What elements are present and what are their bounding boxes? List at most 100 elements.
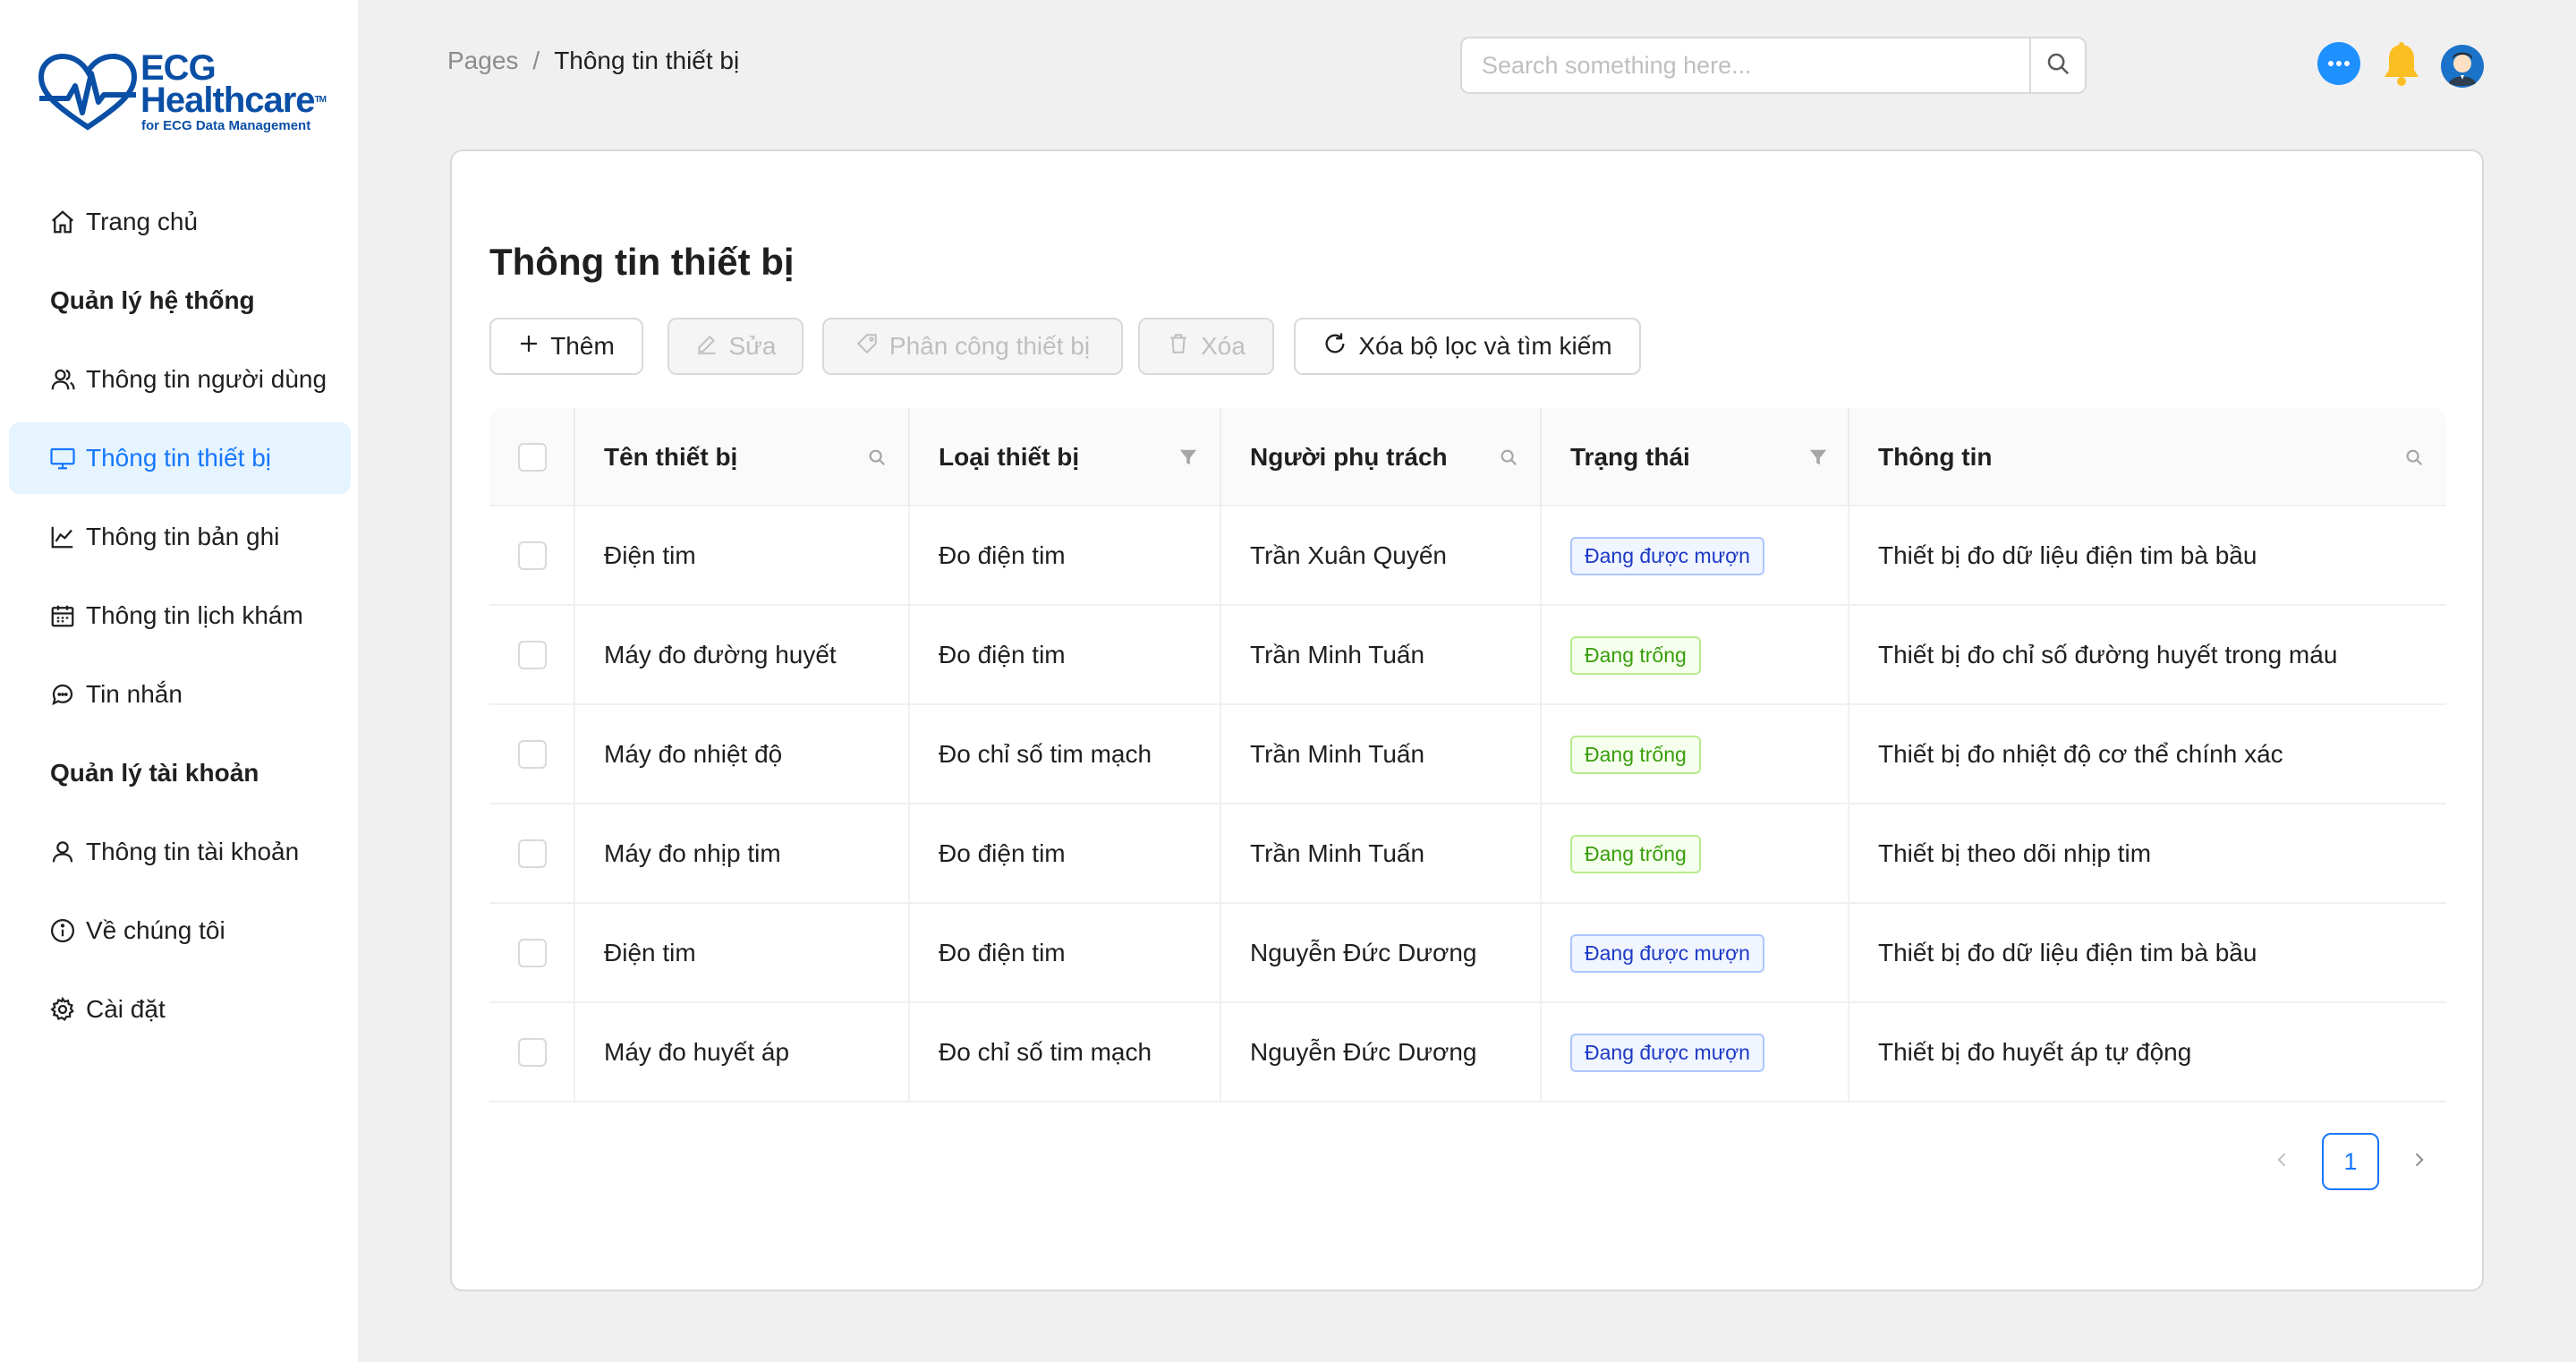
cell-status: Đang được mượn (1540, 904, 1764, 1002)
chevron-left-icon (2274, 1151, 2291, 1173)
cell-name: Máy đo huyết áp (604, 1038, 790, 1066)
cell-status: Đang được mượn (1540, 1003, 1764, 1102)
home-icon (48, 208, 77, 236)
search-icon[interactable] (863, 444, 890, 471)
cell-name: Máy đo đường huyết (604, 641, 837, 668)
search-button[interactable] (2029, 37, 2087, 94)
monitor-icon (48, 444, 77, 472)
avatar[interactable] (2439, 43, 2486, 89)
cell-type: Đo điện tim (939, 839, 1066, 867)
table-row[interactable]: Điện tim Đo điện tim Trần Xuân Quyến Đan… (489, 506, 2446, 606)
prev-page-button[interactable] (2265, 1133, 2300, 1190)
status-badge: Đang được mượn (1570, 1033, 1764, 1072)
breadcrumb: Pages / Thông tin thiết bị (447, 47, 739, 75)
sidebar-item-messages[interactable]: Tin nhắn (9, 659, 351, 730)
table-row[interactable]: Máy đo nhịp tim Đo điện tim Trần Minh Tu… (489, 804, 2446, 904)
reset-filters-button[interactable]: Xóa bộ lọc và tìm kiếm (1294, 318, 1641, 375)
chat-button[interactable] (2316, 41, 2362, 89)
col-header-owner[interactable]: Người phụ trách (1220, 408, 1540, 506)
sidebar-item-records[interactable]: Thông tin bản ghi (9, 501, 351, 573)
table-row[interactable]: Máy đo huyết áp Đo chỉ số tim mạch Nguyễ… (489, 1003, 2446, 1102)
row-checkbox[interactable] (518, 541, 547, 570)
table-row[interactable]: Điện tim Đo điện tim Nguyễn Đức Dương Đa… (489, 904, 2446, 1003)
user-icon (48, 838, 77, 866)
message-icon (48, 680, 77, 709)
status-badge: Đang được mượn (1570, 536, 1764, 575)
sidebar-item-about[interactable]: Về chúng tôi (9, 895, 351, 966)
cell-type: Đo điện tim (939, 939, 1066, 966)
breadcrumb-current: Thông tin thiết bị (554, 47, 740, 74)
sidebar-item-home[interactable]: Trang chủ (9, 186, 351, 258)
cell-info: Thiết bị đo huyết áp tự động (1878, 1038, 2192, 1066)
avatar-image (2441, 45, 2484, 88)
cell-info: Thiết bị đo chỉ số đường huyết trong máu (1878, 641, 2338, 668)
cell-type: Đo chỉ số tim mạch (939, 740, 1152, 768)
assign-device-button-label: Phân công thiết bị (888, 332, 1091, 360)
delete-button[interactable]: Xóa (1138, 318, 1274, 375)
assign-device-button[interactable]: Phân công thiết bị (822, 318, 1123, 375)
cell-info: Thiết bị đo dữ liệu điện tim bà bầu (1878, 939, 2257, 966)
sidebar-item-account[interactable]: Thông tin tài khoản (9, 816, 351, 888)
add-button[interactable]: Thêm (489, 318, 643, 375)
sidebar-item-label: Thông tin lịch khám (86, 601, 303, 629)
cell-type: Đo điện tim (939, 541, 1066, 569)
add-button-label: Thêm (550, 332, 615, 360)
cell-type: Đo điện tim (939, 641, 1066, 668)
sidebar-group-account: Quản lý tài khoản (50, 759, 259, 787)
cell-owner: Nguyễn Đức Dương (1250, 1038, 1477, 1066)
search-icon (2045, 50, 2071, 81)
breadcrumb-root[interactable]: Pages (447, 47, 518, 75)
filter-icon[interactable] (1805, 444, 1832, 471)
next-page-button[interactable] (2401, 1133, 2436, 1190)
sidebar-item-label: Về chúng tôi (86, 916, 225, 944)
cell-info: Thiết bị đo nhiệt độ cơ thể chính xác (1878, 740, 2283, 768)
brand-line2-text: Healthcare (140, 81, 316, 120)
col-header-status[interactable]: Trạng thái (1540, 408, 1848, 506)
cell-info: Thiết bị theo dõi nhịp tim (1878, 839, 2152, 867)
row-checkbox[interactable] (518, 740, 547, 769)
sidebar-item-users[interactable]: Thông tin người dùng (9, 344, 351, 415)
cell-owner: Trần Minh Tuấn (1250, 740, 1425, 768)
brand-line2: HealthcareTM (140, 81, 327, 120)
sidebar-item-settings[interactable]: Cài đặt (9, 974, 351, 1045)
row-checkbox[interactable] (518, 939, 547, 967)
sidebar-item-label: Thông tin thiết bị (86, 444, 272, 472)
cell-name: Điện tim (604, 939, 696, 966)
table-row[interactable]: Máy đo đường huyết Đo điện tim Trần Minh… (489, 606, 2446, 705)
status-badge: Đang trống (1570, 635, 1701, 675)
settings-icon (48, 995, 77, 1024)
search-icon[interactable] (1495, 444, 1522, 471)
search-input[interactable] (1460, 37, 2029, 94)
line-chart-icon (48, 523, 77, 551)
plus-icon (518, 332, 540, 361)
edit-button-label: Sửa (728, 332, 777, 360)
calendar-icon (48, 601, 77, 630)
status-badge: Đang được mượn (1570, 933, 1764, 973)
filter-icon[interactable] (1175, 444, 1202, 471)
table-header: Tên thiết bị Loại thiết bị Người phụ trá… (489, 408, 2446, 506)
brand-tagline: for ECG Data Management (141, 118, 311, 133)
reset-filters-button-label: Xóa bộ lọc và tìm kiếm (1358, 332, 1612, 360)
row-checkbox[interactable] (518, 1038, 547, 1067)
brand-logo[interactable]: ECG HealthcareTM for ECG Data Management (38, 50, 333, 140)
table-row[interactable]: Máy đo nhiệt độ Đo chỉ số tim mạch Trần … (489, 705, 2446, 804)
row-checkbox[interactable] (518, 641, 547, 669)
select-all-checkbox[interactable] (518, 443, 547, 472)
sidebar-item-label: Thông tin người dùng (86, 365, 327, 393)
sidebar-item-schedule[interactable]: Thông tin lịch khám (9, 580, 351, 651)
edit-button[interactable]: Sửa (667, 318, 803, 375)
notification-button[interactable] (2378, 41, 2425, 89)
col-header-name[interactable]: Tên thiết bị (574, 408, 908, 506)
cell-status: Đang trống (1540, 804, 1701, 903)
trash-icon (1167, 332, 1190, 362)
row-checkbox[interactable] (518, 839, 547, 868)
cell-name: Điện tim (604, 541, 696, 569)
col-header-type[interactable]: Loại thiết bị (908, 408, 1220, 506)
search-icon[interactable] (2401, 444, 2427, 471)
col-header-info[interactable]: Thông tin (1848, 408, 2446, 506)
sidebar-item-devices[interactable]: Thông tin thiết bị (9, 422, 351, 494)
page-1-button[interactable]: 1 (2322, 1133, 2379, 1190)
sidebar-item-label: Thông tin tài khoản (86, 838, 300, 865)
pagination: 1 (2265, 1133, 2444, 1190)
brand-tm: TM (314, 95, 327, 105)
